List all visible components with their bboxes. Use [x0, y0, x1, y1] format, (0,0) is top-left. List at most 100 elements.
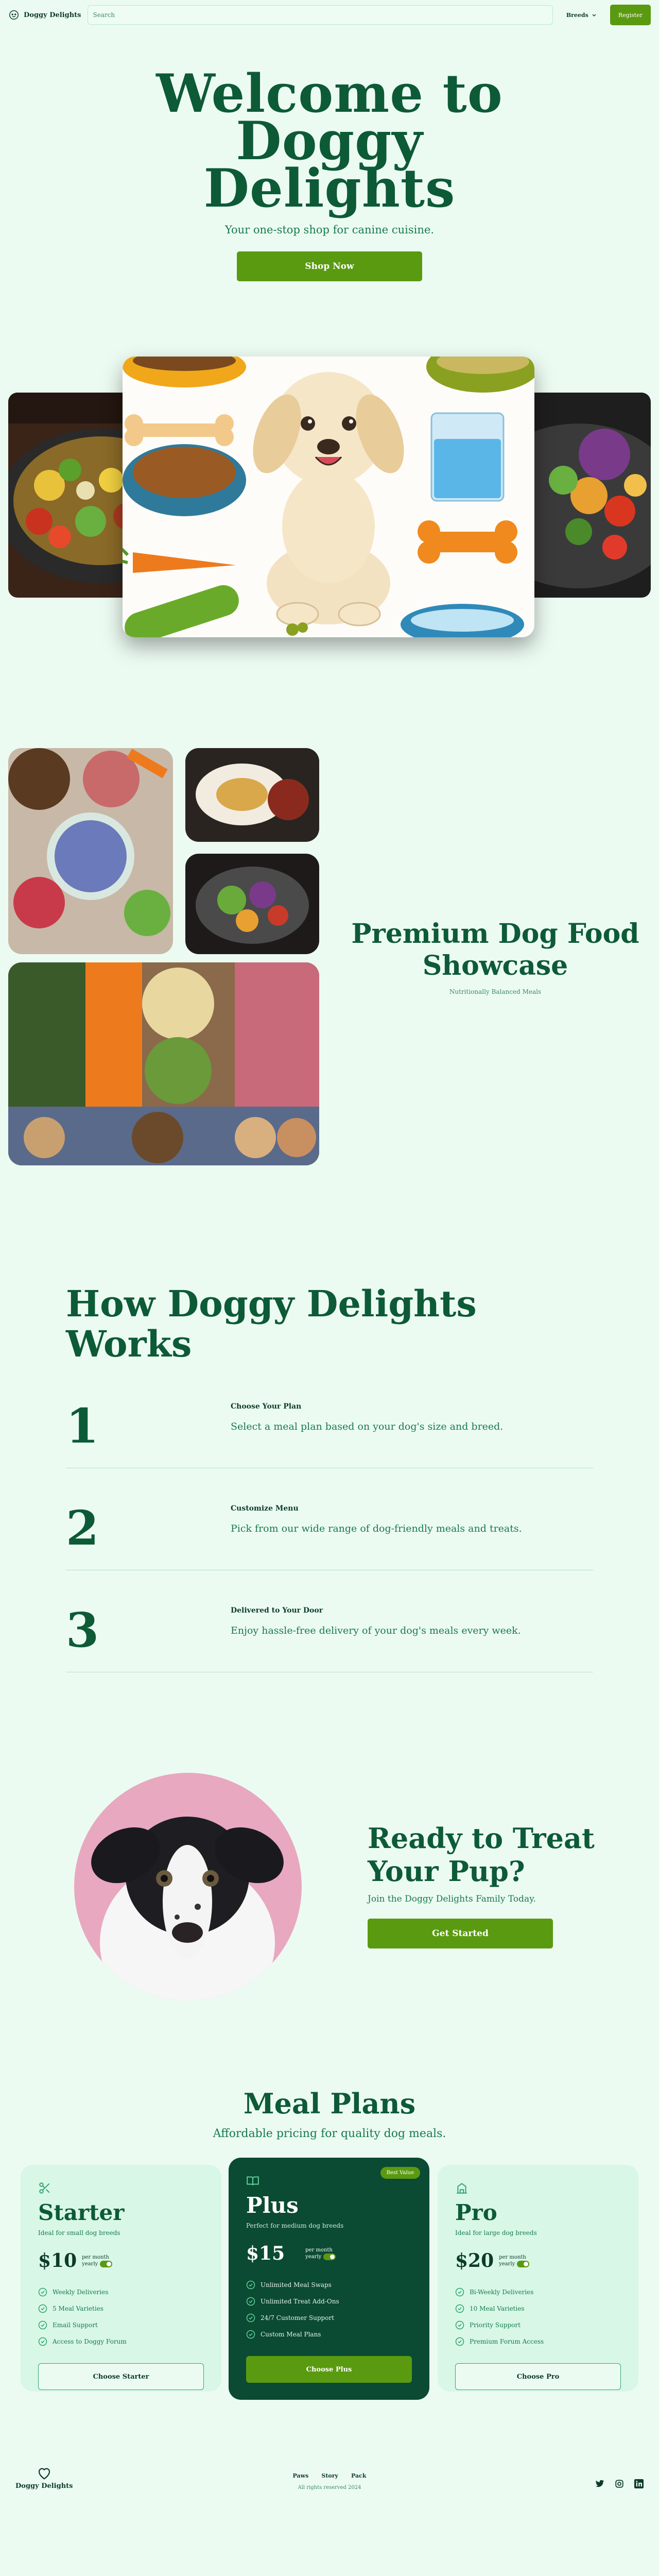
hero: Welcome to Doggy Delights Your one-stop … — [0, 30, 659, 281]
book-icon — [247, 2176, 259, 2185]
step-description: Enjoy hassle-free delivery of your dog's… — [231, 1625, 521, 1636]
footer-link-pack[interactable]: Pack — [351, 2472, 366, 2479]
feature-item: Premium Forum Access — [455, 2333, 621, 2350]
best-value-badge: Best Value — [380, 2167, 420, 2179]
check-circle-icon — [246, 2280, 255, 2290]
shop-now-button[interactable]: Shop Now — [237, 251, 422, 281]
step-description: Select a meal plan based on your dog's s… — [231, 1421, 504, 1432]
step-item: 3 Delivered to Your Door Enjoy hassle-fr… — [66, 1596, 593, 1672]
yearly-toggle[interactable] — [323, 2253, 336, 2260]
veggie-bowl-image — [517, 393, 651, 598]
plan-card-pro: Pro Ideal for large dog breeds $20 per m… — [438, 2165, 638, 2392]
puppy-food-illustration — [123, 357, 534, 637]
footer-link-story[interactable]: Story — [321, 2472, 338, 2479]
how-title: How Doggy Delights Works — [66, 1282, 477, 1365]
yearly-label: yearly — [82, 2261, 98, 2267]
check-circle-icon — [246, 2313, 255, 2323]
plan-card-plus: Best Value Plus Perfect for medium dog b… — [229, 2158, 429, 2400]
plan-price: $10 — [38, 2250, 77, 2272]
veggie-stew-image — [185, 854, 319, 954]
price-period: per month — [305, 2247, 333, 2253]
feature-item: Unlimited Meal Swaps — [246, 2277, 412, 2293]
choose-plus-button[interactable]: Choose Plus — [246, 2356, 412, 2383]
plans-row: Starter Ideal for small dog breeds $10 p… — [0, 2158, 659, 2408]
plan-name: Starter — [38, 2200, 125, 2225]
cta-subtitle: Join the Doggy Delights Family Today. — [368, 1894, 536, 1904]
feature-list: Bi-Weekly Deliveries 10 Meal Varieties P… — [455, 2284, 621, 2350]
feature-item: 24/7 Customer Support — [246, 2310, 412, 2326]
footer-link-paws[interactable]: Paws — [293, 2472, 309, 2479]
food-spread-image — [8, 748, 173, 954]
plan-ideal: Ideal for large dog breeds — [455, 2229, 537, 2236]
check-circle-icon — [455, 2287, 464, 2297]
yearly-toggle[interactable] — [100, 2261, 113, 2267]
check-circle-icon — [455, 2320, 464, 2330]
step-item: 1 Choose Your Plan Select a meal plan ba… — [66, 1392, 593, 1468]
pricing-subtitle: Affordable pricing for quality dog meals… — [213, 2127, 446, 2140]
feature-item: Weekly Deliveries — [38, 2284, 204, 2300]
showcase: Premium Dog Food Showcase Nutritionally … — [0, 748, 659, 1165]
pricing-title: Meal Plans — [243, 2087, 416, 2120]
step-title: Choose Your Plan — [231, 1402, 302, 1411]
hero-title: Welcome to Doggy Delights — [156, 63, 503, 219]
chevron-down-icon — [592, 14, 596, 16]
yearly-label: yearly — [305, 2254, 322, 2260]
search-input[interactable] — [93, 11, 547, 19]
plan-price: $20 — [455, 2250, 494, 2272]
check-circle-icon — [38, 2304, 47, 2313]
dinner-plate-image — [185, 748, 319, 842]
showcase-heading: Premium Dog Food Showcase Nutritionally … — [341, 918, 650, 995]
step-number: 2 — [66, 1500, 99, 1556]
plan-ideal: Ideal for small dog breeds — [38, 2229, 120, 2236]
brand-name: Doggy Delights — [24, 11, 81, 19]
plan-card-starter: Starter Ideal for small dog breeds $10 p… — [21, 2165, 221, 2392]
feature-item: Access to Doggy Forum — [38, 2333, 204, 2350]
check-circle-icon — [455, 2337, 464, 2346]
instagram-icon[interactable] — [615, 2479, 624, 2488]
feature-item: Priority Support — [455, 2317, 621, 2333]
feature-item: 10 Meal Varieties — [455, 2300, 621, 2317]
pricing-section: Meal Plans Affordable pricing for qualit… — [0, 2087, 659, 2408]
puppy-photo — [74, 1773, 302, 2001]
linkedin-icon[interactable] — [634, 2479, 644, 2488]
feature-item: Unlimited Treat Add-Ons — [246, 2293, 412, 2310]
footer: Doggy Delights Paws Story Pack All right… — [0, 2434, 659, 2521]
choose-pro-button[interactable]: Choose Pro — [455, 2363, 621, 2390]
plan-price: $15 — [246, 2243, 285, 2264]
get-started-button[interactable]: Get Started — [368, 1919, 553, 1948]
food-grid-image — [8, 962, 319, 1165]
copyright: All rights reserved 2024 — [298, 2485, 361, 2490]
breeds-dropdown[interactable]: Breeds — [559, 12, 604, 19]
hero-collage — [0, 357, 659, 645]
check-circle-icon — [246, 2330, 255, 2339]
showcase-subtitle: Nutritionally Balanced Meals — [449, 988, 542, 995]
feature-item: Custom Meal Plans — [246, 2326, 412, 2343]
top-nav: Doggy Delights Breeds Register — [0, 0, 659, 30]
step-title: Delivered to Your Door — [231, 1606, 323, 1615]
price-period: per month — [82, 2255, 109, 2260]
feature-item: 5 Meal Varieties — [38, 2300, 204, 2317]
register-button[interactable]: Register — [610, 5, 651, 25]
yearly-toggle[interactable] — [517, 2261, 530, 2267]
search-box[interactable] — [87, 5, 553, 25]
building-icon — [457, 2183, 467, 2194]
step-item: 2 Customize Menu Pick from our wide rang… — [66, 1494, 593, 1570]
feature-item: Bi-Weekly Deliveries — [455, 2284, 621, 2300]
brand[interactable]: Doggy Delights — [8, 9, 81, 21]
twitter-icon[interactable] — [595, 2479, 604, 2488]
how-it-works: How Doggy Delights Works 1 Choose Your P… — [0, 1284, 659, 1672]
price-period: per month — [499, 2255, 526, 2260]
choose-starter-button[interactable]: Choose Starter — [38, 2363, 204, 2390]
check-circle-icon — [455, 2304, 464, 2313]
showcase-title: Premium Dog Food Showcase — [351, 918, 639, 981]
step-title: Customize Menu — [231, 1504, 299, 1513]
yearly-label: yearly — [499, 2261, 515, 2267]
cta-section: Ready to Treat Your Pup? Join the Doggy … — [0, 1773, 659, 2010]
step-number: 3 — [66, 1602, 99, 1658]
plan-name: Pro — [455, 2200, 497, 2225]
feature-list: Weekly Deliveries 5 Meal Varieties Email… — [38, 2284, 204, 2350]
feature-item: Email Support — [38, 2317, 204, 2333]
step-number: 1 — [66, 1398, 99, 1454]
check-circle-icon — [38, 2287, 47, 2297]
check-circle-icon — [246, 2297, 255, 2306]
